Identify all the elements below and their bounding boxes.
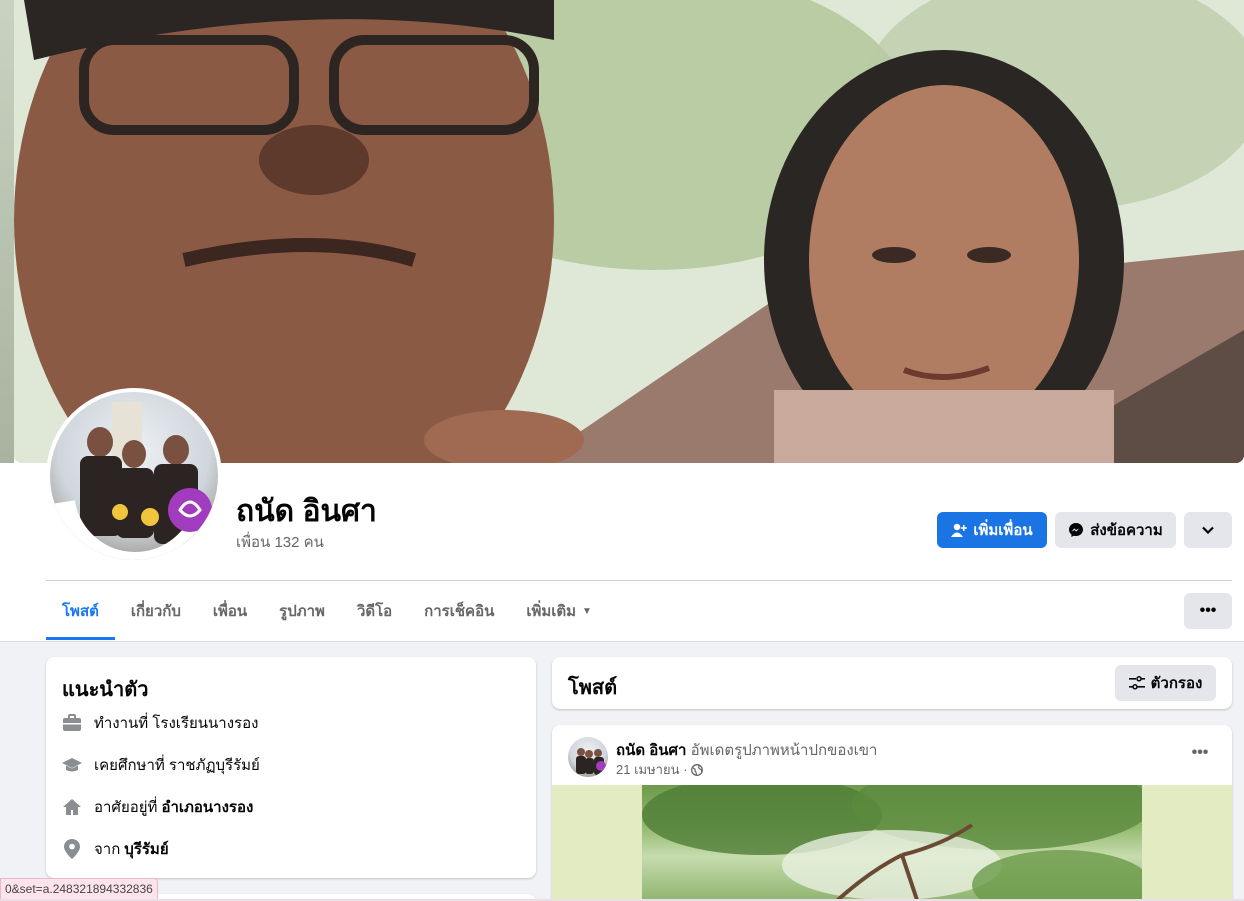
caret-down-icon: ▼ xyxy=(582,605,592,617)
post-image[interactable] xyxy=(642,785,1142,901)
intro-lives-place[interactable]: อำเภอนางรอง xyxy=(161,795,253,819)
tab-posts[interactable]: โพสต์ xyxy=(46,582,115,640)
post-date[interactable]: 21 เมษายน · xyxy=(616,759,687,780)
ellipsis-icon: ••• xyxy=(1191,744,1209,761)
post-author-avatar[interactable] xyxy=(568,737,608,777)
tab-more-label: เพิ่มเติม xyxy=(526,603,577,620)
intro-education-text: เคยศึกษาที่ ราชภัฏบุรีรัมย์ xyxy=(94,757,260,774)
profile-options-dropdown[interactable] xyxy=(1184,512,1232,548)
post-options-button[interactable]: ••• xyxy=(1182,741,1218,765)
add-friend-button[interactable]: เพิ่มเพื่อน xyxy=(937,512,1047,548)
tab-photos[interactable]: รูปภาพ xyxy=(263,582,341,640)
globe-icon xyxy=(691,763,704,776)
intro-card: แนะนำตัว ทำงานที่ โรงเรียนนางรอง เคยศึกษ… xyxy=(46,657,536,878)
tab-friends[interactable]: เพื่อน xyxy=(197,582,263,640)
tab-about-label: เกี่ยวกับ xyxy=(130,603,181,620)
tab-videos-label: วิดีโอ xyxy=(356,603,393,620)
post-action-text: อัพเดตรูปภาพหน้าปกของเขา xyxy=(690,742,878,759)
intro-item-lives: อาศัยอยู่ที่ อำเภอนางรอง xyxy=(62,795,253,819)
profile-tabs: โพสต์ เกี่ยวกับ เพื่อน รูปภาพ วิดีโอ การ… xyxy=(46,582,608,640)
status-bar-url: 0&set=a.248321894332836 xyxy=(0,878,158,900)
post-card: ถนัด อินศา อัพเดตรูปภาพหน้าปกของเขา 21 เ… xyxy=(552,725,1232,901)
tab-checkins-label: การเช็คอิน xyxy=(424,603,495,620)
profile-avatar[interactable] xyxy=(46,388,222,564)
filter-label: ตัวกรอง xyxy=(1150,675,1203,692)
friends-count[interactable]: เพื่อน 132 คน xyxy=(236,530,324,554)
intro-from-place[interactable]: บุรีรัมย์ xyxy=(124,837,168,861)
intro-lives-prefix: อาศัยอยู่ที่ xyxy=(94,799,158,816)
post-author-name[interactable]: ถนัด อินศา xyxy=(616,742,686,759)
posts-header-card: โพสต์ ตัวกรอง xyxy=(552,657,1232,709)
chevron-down-icon xyxy=(1202,526,1214,534)
tab-photos-label: รูปภาพ xyxy=(279,603,325,620)
post-meta: 21 เมษายน · xyxy=(616,759,704,780)
intro-item-from: จาก บุรีรัมย์ xyxy=(62,837,169,861)
tab-about[interactable]: เกี่ยวกับ xyxy=(115,582,197,640)
location-pin-icon xyxy=(62,839,82,859)
briefcase-icon xyxy=(62,713,82,733)
profile-divider xyxy=(46,580,1232,581)
add-friend-icon xyxy=(951,523,968,537)
tab-posts-label: โพสต์ xyxy=(62,603,99,620)
profile-name: ถนัด อินศา xyxy=(236,495,377,528)
filter-icon xyxy=(1128,676,1145,690)
profile-avatar-image xyxy=(50,392,218,560)
filter-button[interactable]: ตัวกรอง xyxy=(1115,665,1216,701)
intro-item-education: เคยศึกษาที่ ราชภัฏบุรีรัมย์ xyxy=(62,753,260,777)
message-button[interactable]: ส่งข้อความ xyxy=(1055,512,1176,548)
home-icon xyxy=(62,797,82,817)
intro-title: แนะนำตัว xyxy=(62,679,149,701)
tab-more[interactable]: เพิ่มเติม ▼ xyxy=(510,582,608,640)
more-options-button[interactable]: ••• xyxy=(1184,593,1232,629)
posts-title: โพสต์ xyxy=(568,677,618,699)
add-friend-label: เพิ่มเพื่อน xyxy=(973,522,1033,539)
graduation-cap-icon xyxy=(62,755,82,775)
intro-work-text: ทำงานที่ โรงเรียนนางรอง xyxy=(94,715,259,732)
tab-videos[interactable]: วิดีโอ xyxy=(341,582,408,640)
tab-checkins[interactable]: การเช็คอิน xyxy=(408,582,510,640)
ellipsis-icon: ••• xyxy=(1199,602,1217,619)
messenger-icon xyxy=(1069,523,1084,537)
intro-from-prefix: จาก xyxy=(94,841,121,858)
header-divider xyxy=(0,641,1244,642)
intro-item-work: ทำงานที่ โรงเรียนนางรอง xyxy=(62,711,258,735)
tab-friends-label: เพื่อน xyxy=(212,603,248,620)
cover-edge xyxy=(0,0,14,463)
message-label: ส่งข้อความ xyxy=(1090,522,1163,539)
